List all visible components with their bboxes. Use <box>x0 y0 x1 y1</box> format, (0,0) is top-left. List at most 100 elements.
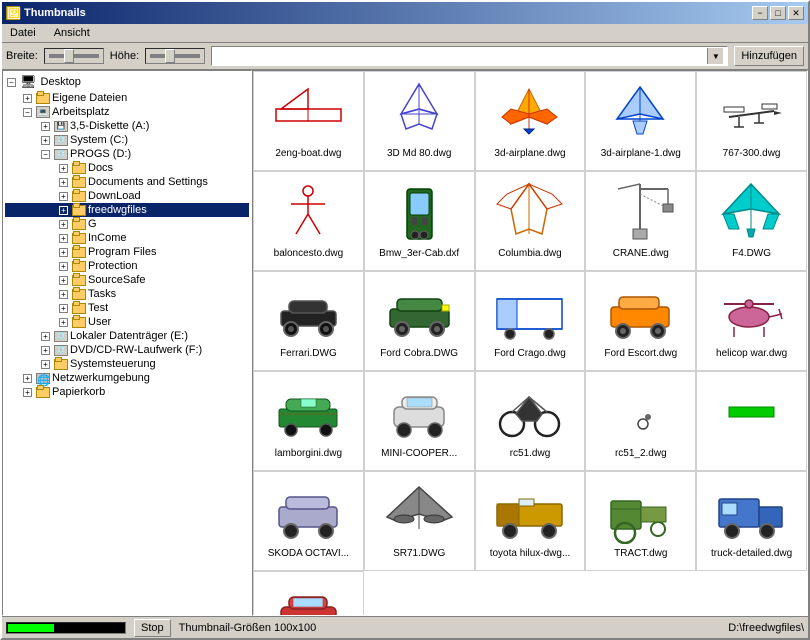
expand-tasks-icon[interactable]: + <box>59 290 68 299</box>
expand-desktop-icon[interactable]: − <box>7 78 16 87</box>
tree-item-system-c[interactable]: + 💿 System (C:) <box>5 133 249 147</box>
folder-sourcesafe-icon <box>72 275 86 286</box>
add-button[interactable]: Hinzufügen <box>734 46 804 66</box>
expand-protection-icon[interactable]: + <box>59 262 68 271</box>
thumb-img-rc51 <box>490 376 570 446</box>
expand-test-icon[interactable]: + <box>59 304 68 313</box>
expand-syssteuer-icon[interactable]: + <box>41 360 50 369</box>
breite-slider[interactable] <box>44 48 104 64</box>
tree-item-dvd[interactable]: + 💿 DVD/CD-RW-Laufwerk (F:) <box>5 343 249 357</box>
expand-eigene-icon[interactable]: + <box>23 94 32 103</box>
expand-g-icon[interactable]: + <box>59 220 68 229</box>
thumb-tract[interactable]: TRACT.dwg <box>585 471 696 571</box>
expand-docs-icon[interactable]: + <box>59 164 68 173</box>
tree-item-progs-d[interactable]: − 💿 PROGS (D:) <box>5 147 249 161</box>
expand-sourcesafe-icon[interactable]: + <box>59 276 68 285</box>
folder-docs-icon <box>72 163 86 174</box>
close-button[interactable]: ✕ <box>788 6 804 20</box>
thumb-rc51[interactable]: rc51.dwg <box>475 371 586 471</box>
thumb-greenbar[interactable] <box>696 371 807 471</box>
combo-arrow-icon[interactable]: ▼ <box>707 48 723 64</box>
tree-item-desktop[interactable]: − 🖥 Desktop <box>5 73 249 91</box>
thumb-vw2[interactable]: Vw2.dwg <box>253 571 364 616</box>
thumb-ford-cobra[interactable]: Ford Cobra.DWG <box>364 271 475 371</box>
thumb-ford-crago[interactable]: Ford Crago.dwg <box>475 271 586 371</box>
tree-item-sourcesafe[interactable]: + SourceSafe <box>5 273 249 287</box>
thumb-name-sr71: SR71.DWG <box>393 548 445 559</box>
thumb-rc51-2[interactable]: rc51_2.dwg <box>585 371 696 471</box>
tree-item-protection[interactable]: + Protection <box>5 259 249 273</box>
stop-button[interactable]: Stop <box>134 619 171 637</box>
tree-item-eigene[interactable]: + Eigene Dateien <box>5 91 249 105</box>
expand-sysc-icon[interactable]: + <box>41 136 50 145</box>
menu-ansicht[interactable]: Ansicht <box>50 26 94 40</box>
tree-panel[interactable]: − 🖥 Desktop + Eigene Dateien − 💻 Arbeits… <box>2 70 252 616</box>
tree-item-35diskette[interactable]: + 💾 3,5-Diskette (A:) <box>5 119 249 133</box>
maximize-button[interactable]: □ <box>770 6 786 20</box>
thumb-crane[interactable]: CRANE.dwg <box>585 171 696 271</box>
tree-label-protection: Protection <box>88 260 138 272</box>
thumb-767-300[interactable]: 767-300.dwg <box>696 71 807 171</box>
tree-item-arbeitsplatz[interactable]: − 💻 Arbeitsplatz <box>5 105 249 119</box>
tree-item-systemsteuerung[interactable]: + Systemsteuerung <box>5 357 249 371</box>
tree-item-netzwerk[interactable]: + 🌐 Netzwerkumgebung <box>5 371 249 385</box>
thumb-3dmd80[interactable]: 3D Md 80.dwg <box>364 71 475 171</box>
tree-item-income[interactable]: + InCome <box>5 231 249 245</box>
tree-item-test[interactable]: + Test <box>5 301 249 315</box>
expand-35disk-icon[interactable]: + <box>41 122 50 131</box>
tree-label-papierkorb: Papierkorb <box>52 386 105 398</box>
menu-bar: Datei Ansicht <box>2 24 808 43</box>
expand-income-icon[interactable]: + <box>59 234 68 243</box>
thumb-baloncesto[interactable]: baloncesto.dwg <box>253 171 364 271</box>
thumb-sr71[interactable]: SR71.DWG <box>364 471 475 571</box>
thumb-helicop-war[interactable]: helicop war.dwg <box>696 271 807 371</box>
tree-item-docs[interactable]: + Docs <box>5 161 249 175</box>
expand-download-icon[interactable]: + <box>59 192 68 201</box>
thumb-lamborgini[interactable]: lamborgini.dwg <box>253 371 364 471</box>
expand-netzwerk-icon[interactable]: + <box>23 374 32 383</box>
thumb-skoda[interactable]: SKODA OCTAVI... <box>253 471 364 571</box>
expand-arbeitsplatz-icon[interactable]: − <box>23 108 32 117</box>
thumb-f4[interactable]: F4.DWG <box>696 171 807 271</box>
thumb-name-ford-cobra: Ford Cobra.DWG <box>380 348 458 359</box>
tree-item-papierkorb[interactable]: + Papierkorb <box>5 385 249 399</box>
tree-item-download[interactable]: + DownLoad <box>5 189 249 203</box>
thumb-ford-escort[interactable]: Ford Escort.dwg <box>585 271 696 371</box>
tree-label-programfiles: Program Files <box>88 246 156 258</box>
tree-label-dvd: DVD/CD-RW-Laufwerk (F:) <box>70 344 202 356</box>
hoehe-slider[interactable] <box>145 48 205 64</box>
expand-freedwg-icon[interactable]: + <box>59 206 68 215</box>
thumb-ferrari[interactable]: Ferrari.DWG <box>253 271 364 371</box>
expand-papierkorb-icon[interactable]: + <box>23 388 32 397</box>
tree-item-docssettings[interactable]: + Documents and Settings <box>5 175 249 189</box>
thumb-name-boat: 2eng-boat.dwg <box>275 148 341 159</box>
main-area: − 🖥 Desktop + Eigene Dateien − 💻 Arbeits… <box>2 70 808 616</box>
expand-progfiles-icon[interactable]: + <box>59 248 68 257</box>
thumb-bmw[interactable]: Bmw_3er-Cab.dxf <box>364 171 475 271</box>
tree-item-lokale[interactable]: + 💿 Lokaler Datenträger (E:) <box>5 329 249 343</box>
tree-item-tasks[interactable]: + Tasks <box>5 287 249 301</box>
thumb-columbia[interactable]: Columbia.dwg <box>475 171 586 271</box>
thumb-toyota[interactable]: toyota hilux-dwg... <box>475 471 586 571</box>
thumbnail-panel[interactable]: 2eng-boat.dwg 3D Md 80.dwg <box>252 70 808 616</box>
expand-docssettings-icon[interactable]: + <box>59 178 68 187</box>
tree-item-user[interactable]: + User <box>5 315 249 329</box>
tree-item-programfiles[interactable]: + Program Files <box>5 245 249 259</box>
tree-item-freedwg[interactable]: + freedwgfiles <box>5 203 249 217</box>
expand-progsd-icon[interactable]: − <box>41 150 50 159</box>
drive-e-icon: 💿 <box>54 331 68 342</box>
path-combo[interactable]: ▼ <box>211 46 728 66</box>
minimize-button[interactable]: − <box>752 6 768 20</box>
thumb-mini-cooper[interactable]: MINI-COOPER... <box>364 371 475 471</box>
expand-user-icon[interactable]: + <box>59 318 68 327</box>
menu-datei[interactable]: Datei <box>6 26 40 40</box>
tree-item-g[interactable]: + G <box>5 217 249 231</box>
thumb-2eng-boat[interactable]: 2eng-boat.dwg <box>253 71 364 171</box>
thumb-3d-airplane-1[interactable]: 3d-airplane-1.dwg <box>585 71 696 171</box>
thumb-img-truck <box>712 476 792 546</box>
expand-dvd-icon[interactable]: + <box>41 346 50 355</box>
expand-lokale-icon[interactable]: + <box>41 332 50 341</box>
thumb-3d-airplane[interactable]: 3d-airplane.dwg <box>475 71 586 171</box>
thumb-truck-detailed[interactable]: truck-detailed.dwg <box>696 471 807 571</box>
network-icon: 🌐 <box>36 373 50 384</box>
